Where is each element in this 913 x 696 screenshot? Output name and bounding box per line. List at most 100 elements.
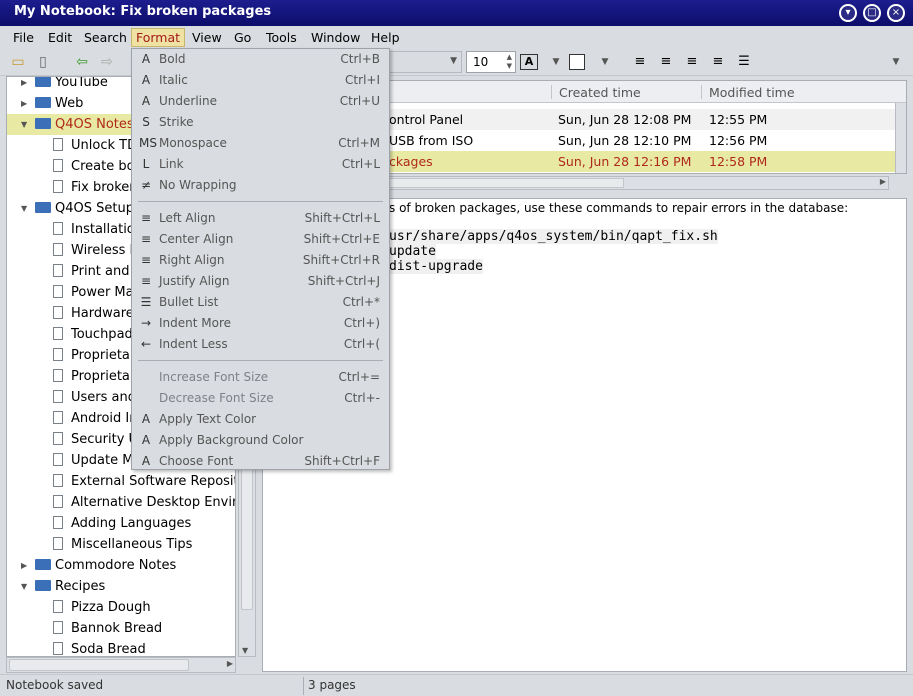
text-color-icon[interactable]: A	[520, 54, 538, 70]
align-left-icon[interactable]: ≡	[630, 52, 650, 72]
menu-item-label: Indent Less	[159, 337, 228, 351]
tree-page[interactable]: Bannok Bread	[7, 618, 235, 639]
format-menu-item-link[interactable]: L Link Ctrl+L	[132, 154, 389, 175]
tree-item-label: Soda Bread	[71, 642, 146, 657]
menu-item-label: No Wrapping	[159, 178, 237, 192]
menu-help[interactable]: Help	[367, 29, 404, 47]
tree-item-label: Pizza Dough	[71, 600, 151, 615]
menu-go[interactable]: Go	[230, 29, 255, 47]
format-menu-item-decrease-font-size[interactable]: Decrease Font Size Ctrl+-	[132, 388, 389, 409]
format-menu-item-bold[interactable]: A Bold Ctrl+B	[132, 49, 389, 70]
format-menu-item-bullet-list[interactable]: ☰ Bullet List Ctrl+*	[132, 292, 389, 313]
toolbar-overflow-icon[interactable]: ▼	[886, 52, 906, 72]
page-icon	[53, 390, 63, 403]
scroll-right-icon[interactable]: ▶	[227, 659, 233, 668]
status-page-count: 3 pages	[308, 678, 356, 692]
tree-item-label: Android In	[71, 411, 138, 426]
scroll-right-icon[interactable]: ▶	[880, 177, 886, 186]
scroll-down-icon[interactable]: ▼	[242, 646, 248, 655]
format-menu-item-italic[interactable]: A Italic Ctrl+I	[132, 70, 389, 91]
menu-item-shortcut: Ctrl+=	[338, 370, 380, 384]
tree-folder[interactable]: ▶ Commodore Notes	[7, 555, 235, 576]
format-menu-item-apply-text-color[interactable]: A Apply Text Color	[132, 409, 389, 430]
page-icon	[53, 432, 63, 445]
format-menu-item-monospace[interactable]: MS Monospace Ctrl+M	[132, 133, 389, 154]
menu-tools[interactable]: Tools	[262, 29, 301, 47]
tree-folder[interactable]: ▼ Recipes	[7, 576, 235, 597]
format-menu-item-indent-more[interactable]: → Indent More Ctrl+)	[132, 313, 389, 334]
tree-page[interactable]: Alternative Desktop Environn	[7, 492, 235, 513]
tree-page[interactable]: Soda Bread	[7, 639, 235, 657]
expander-collapsed-icon[interactable]: ▶	[21, 555, 27, 576]
new-page-icon[interactable]: ▯	[33, 52, 53, 72]
forward-arrow-icon[interactable]: ⇨	[97, 52, 117, 72]
page-icon	[53, 474, 63, 487]
tree-page[interactable]: External Software Repositori	[7, 471, 235, 492]
format-menu-item-strike[interactable]: S Strike	[132, 112, 389, 133]
column-modified-time[interactable]: Modified time	[709, 85, 795, 100]
tree-item-label: Miscellaneous Tips	[71, 537, 193, 552]
scroll-thumb[interactable]	[9, 659, 189, 671]
expander-expanded-icon[interactable]: ▼	[21, 576, 27, 597]
format-menu-item-choose-font[interactable]: A Choose Font Shift+Ctrl+F	[132, 451, 389, 472]
indent-more-icon: →	[140, 316, 152, 330]
pages-vertical-scrollbar[interactable]	[895, 103, 906, 173]
tree-page[interactable]: Pizza Dough	[7, 597, 235, 618]
menu-window[interactable]: Window	[307, 29, 364, 47]
menu-search[interactable]: Search	[80, 29, 131, 47]
format-menu-item-indent-less[interactable]: ← Indent Less Ctrl+(	[132, 334, 389, 355]
minimize-icon[interactable]: ▾	[839, 4, 857, 22]
format-menu-item-left-align[interactable]: ≡ Left Align Shift+Ctrl+L	[132, 208, 389, 229]
align-right-icon[interactable]: ≡	[682, 52, 702, 72]
tree-item-label: Commodore Notes	[55, 558, 177, 573]
align-justify-icon[interactable]: ≡	[708, 52, 728, 72]
expander-expanded-icon[interactable]: ▼	[21, 198, 27, 219]
open-folder-icon[interactable]: ▭	[8, 52, 28, 72]
tree-item-label: Web	[55, 96, 84, 111]
expander-expanded-icon[interactable]: ▼	[21, 114, 27, 135]
title-bar: My Notebook: Fix broken packages ▾ □ ×	[0, 0, 913, 26]
format-menu-dropdown: A Bold Ctrl+B A Italic Ctrl+I A Underline Ctrl+U…	[131, 48, 390, 470]
menu-file[interactable]: File	[9, 29, 38, 47]
menu-format[interactable]: Format	[131, 28, 186, 47]
maximize-icon[interactable]: □	[863, 4, 881, 22]
format-menu-item-justify-align[interactable]: ≡ Justify Align Shift+Ctrl+J	[132, 271, 389, 292]
page-icon	[53, 516, 63, 529]
chevron-down-icon[interactable]: ▼	[595, 52, 615, 72]
menu-item-shortcut: Ctrl+*	[342, 295, 380, 309]
align-center-icon[interactable]: ≡	[656, 52, 676, 72]
chevron-down-icon[interactable]: ▼	[546, 52, 566, 72]
page-icon	[53, 243, 63, 256]
menu-view[interactable]: View	[188, 29, 226, 47]
apply-background-color-icon: A	[141, 433, 151, 447]
format-menu-item-right-align[interactable]: ≡ Right Align Shift+Ctrl+R	[132, 250, 389, 271]
choose-font-icon: A	[141, 454, 151, 468]
back-arrow-icon[interactable]: ⇦	[72, 52, 92, 72]
tree-horizontal-scrollbar[interactable]: ▶	[6, 657, 236, 673]
close-icon[interactable]: ×	[887, 4, 905, 22]
page-icon	[53, 138, 63, 151]
editor-code-line: usr/share/apps/q4os_system/bin/qapt_fix.…	[389, 229, 718, 244]
format-menu-item-underline[interactable]: A Underline Ctrl+U	[132, 91, 389, 112]
page-icon	[53, 495, 63, 508]
font-size-spinbox[interactable]: 10 ▲ ▼	[466, 51, 516, 73]
menu-item-label: Link	[159, 157, 184, 171]
expander-collapsed-icon[interactable]: ▶	[21, 93, 27, 114]
tree-page[interactable]: Adding Languages	[7, 513, 235, 534]
column-created-time[interactable]: Created time	[559, 85, 641, 100]
menu-edit[interactable]: Edit	[44, 29, 76, 47]
font-family-combo[interactable]: ▼	[388, 51, 462, 73]
editor-code-line: update	[389, 244, 436, 259]
expander-collapsed-icon[interactable]: ▶	[21, 77, 27, 93]
bullet-list-icon[interactable]: ☰	[734, 52, 754, 72]
page-title: ckages	[389, 154, 433, 169]
tree-item-label: Touchpad	[71, 327, 133, 342]
format-menu-item-increase-font-size[interactable]: Increase Font Size Ctrl+=	[132, 367, 389, 388]
format-menu-item-no-wrapping[interactable]: ≠ No Wrapping	[132, 175, 389, 196]
tree-page[interactable]: Miscellaneous Tips	[7, 534, 235, 555]
format-menu-item-apply-background-color[interactable]: A Apply Background Color	[132, 430, 389, 451]
tree-item-label: Users and	[71, 390, 136, 405]
background-color-icon[interactable]	[569, 54, 585, 70]
menu-item-shortcut: Ctrl+)	[343, 316, 380, 330]
format-menu-item-center-align[interactable]: ≡ Center Align Shift+Ctrl+E	[132, 229, 389, 250]
